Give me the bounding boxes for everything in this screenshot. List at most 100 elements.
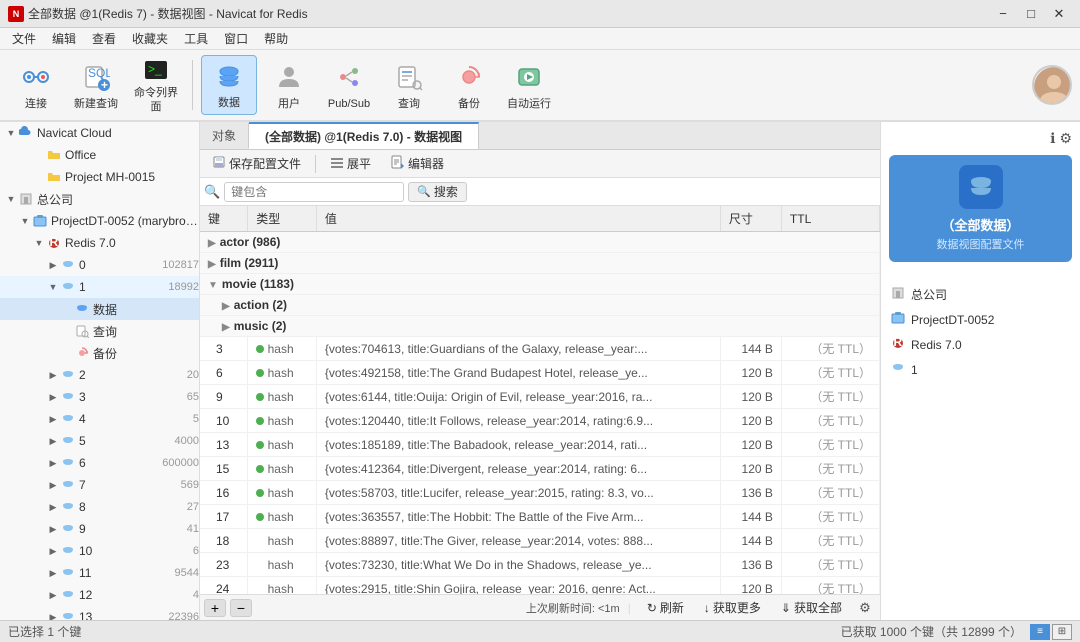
svg-text:R: R [50, 236, 59, 249]
table-row[interactable]: 6 hash {votes:492158, title:The Grand Bu… [200, 361, 880, 385]
tab-data-view[interactable]: (全部数据) @1(Redis 7.0) - 数据视图 [249, 122, 479, 149]
view-grid-button[interactable]: ⊞ [1052, 624, 1072, 640]
table-row[interactable]: 13 hash {votes:185189, title:The Babadoo… [200, 433, 880, 457]
toolbar: 连接 SQL + 新建查询 >_ 命令列界面 [0, 50, 1080, 122]
toolbar-data[interactable]: 数据 [201, 55, 257, 115]
rp-project[interactable]: ProjectDT-0052 [889, 307, 1072, 332]
sidebar-item-db12[interactable]: ▶ 12 4 [0, 584, 199, 606]
sidebar-item-db6[interactable]: ▶ 6 600000 [0, 452, 199, 474]
sidebar-item-backup-db[interactable]: 备份 [0, 342, 199, 364]
close-button[interactable]: ✕ [1046, 4, 1072, 24]
sidebar-item-office[interactable]: Office [0, 144, 199, 166]
remove-row-button[interactable]: − [230, 599, 252, 617]
sidebar-item-query-db[interactable]: 查询 [0, 320, 199, 342]
settings-button[interactable]: ⚙ [1059, 130, 1072, 147]
sidebar-item-redis70[interactable]: ▼ R Redis 7.0 [0, 232, 199, 254]
cell-ttl: （无 TTL） [781, 529, 879, 553]
menu-file[interactable]: 文件 [4, 28, 44, 49]
backup-db-label: 备份 [93, 345, 199, 362]
content-area: 对象 (全部数据) @1(Redis 7.0) - 数据视图 保存配置文件 展平 [200, 122, 880, 620]
sidebar-item-db1[interactable]: ▼ 1 18992 [0, 276, 199, 298]
table-row[interactable]: 18 hash {votes:88897, title:The Giver, r… [200, 529, 880, 553]
fetch-more-button[interactable]: ↓ 获取更多 [696, 597, 769, 618]
toolbar-query[interactable]: 查询 [381, 55, 437, 115]
sidebar-item-db5[interactable]: ▶ 5 4000 [0, 430, 199, 452]
status-dot [256, 513, 264, 521]
table-row[interactable]: 3 hash {votes:704613, title:Guardians of… [200, 337, 880, 361]
toolbar-user[interactable]: 用户 [261, 55, 317, 115]
save-config-button[interactable]: 保存配置文件 [204, 153, 309, 174]
expand-arrow: ▼ [32, 238, 46, 248]
table-row[interactable]: 15 hash {votes:412364, title:Divergent, … [200, 457, 880, 481]
expand-arrow: ▼ [46, 282, 60, 292]
svg-text:+: + [101, 78, 108, 91]
sidebar-item-db7[interactable]: ▶ 7 569 [0, 474, 199, 496]
search-button[interactable]: 🔍 搜索 [408, 182, 467, 202]
sidebar-item-db9[interactable]: ▶ 9 41 [0, 518, 199, 540]
minimize-button[interactable]: − [990, 4, 1016, 24]
table-row[interactable]: 24 hash {votes:2915, title:Shin Gojira, … [200, 577, 880, 595]
sidebar-item-db11[interactable]: ▶ 11 9544 [0, 562, 199, 584]
maximize-button[interactable]: □ [1018, 4, 1044, 24]
toolbar-backup[interactable]: 备份 [441, 55, 497, 115]
table-row[interactable]: 17 hash {votes:363557, title:The Hobbit:… [200, 505, 880, 529]
sidebar-item-projectdt[interactable]: ▼ ProjectDT-0052 (marybrown@g [0, 210, 199, 232]
office-label: Office [65, 148, 199, 162]
menu-view[interactable]: 查看 [84, 28, 124, 49]
info-button[interactable]: ℹ [1050, 130, 1055, 147]
autorun-icon [511, 59, 547, 95]
table-row-film[interactable]: ▶film (2911) [200, 253, 880, 274]
rp-redis[interactable]: R Redis 7.0 [889, 332, 1072, 357]
editor-button[interactable]: 编辑器 [383, 153, 452, 174]
search-btn-label: 搜索 [434, 183, 458, 200]
view-list-button[interactable]: ≡ [1030, 624, 1050, 640]
save-config-icon [212, 155, 226, 172]
sidebar-item-project-mh[interactable]: Project MH-0015 [0, 166, 199, 188]
toolbar-new-query[interactable]: SQL + 新建查询 [68, 55, 124, 115]
table-row[interactable]: 16 hash {votes:58703, title:Lucifer, rel… [200, 481, 880, 505]
sidebar-item-db0[interactable]: ▶ 0 102817 [0, 254, 199, 276]
rp-db[interactable]: 1 [889, 357, 1072, 382]
cell-ttl: （无 TTL） [781, 409, 879, 433]
toolbar-connect[interactable]: 连接 [8, 55, 64, 115]
layout-button[interactable]: 展平 [322, 153, 379, 174]
menu-window[interactable]: 窗口 [216, 28, 256, 49]
sidebar-item-db3[interactable]: ▶ 3 65 [0, 386, 199, 408]
user-avatar[interactable] [1032, 65, 1072, 105]
expand-arrow: ▶ [46, 502, 60, 513]
cell-key: 3 [200, 337, 248, 361]
sidebar-item-navicat-cloud[interactable]: ▼ Navicat Cloud [0, 122, 199, 144]
sidebar-item-db13[interactable]: ▶ 13 22396 [0, 606, 199, 620]
toolbar-pubsub[interactable]: Pub/Sub [321, 55, 377, 115]
sidebar-item-db4[interactable]: ▶ 4 5 [0, 408, 199, 430]
search-input[interactable] [224, 182, 404, 202]
table-row-movie[interactable]: ▼movie (1183) [200, 274, 880, 295]
cell-type: hash [248, 529, 317, 553]
company-label: 总公司 [37, 191, 199, 208]
menu-favorites[interactable]: 收藏夹 [124, 28, 176, 49]
add-row-button[interactable]: + [204, 599, 226, 617]
tab-object[interactable]: 对象 [200, 123, 249, 148]
table-row[interactable]: 10 hash {votes:120440, title:It Follows,… [200, 409, 880, 433]
table-row[interactable]: 23 hash {votes:73230, title:What We Do i… [200, 553, 880, 577]
toolbar-autorun[interactable]: 自动运行 [501, 55, 557, 115]
fetch-all-button[interactable]: ⇓ 获取全部 [773, 597, 850, 618]
expand-arrow: ▶ [46, 370, 60, 381]
rp-company[interactable]: 总公司 [889, 282, 1072, 307]
table-row-action[interactable]: ▶action (2) [200, 295, 880, 316]
table-row-music[interactable]: ▶music (2) [200, 316, 880, 337]
table-settings-button[interactable]: ⚙ [854, 599, 876, 617]
toolbar-terminal[interactable]: >_ 命令列界面 [128, 55, 184, 115]
sidebar-item-company[interactable]: ▼ 总公司 [0, 188, 199, 210]
refresh-button[interactable]: ↻ 刷新 [639, 597, 692, 618]
sidebar-item-data[interactable]: 数据 [0, 298, 199, 320]
table-row-actor[interactable]: ▶actor (986) [200, 232, 880, 253]
menu-edit[interactable]: 编辑 [44, 28, 84, 49]
sidebar-item-db2[interactable]: ▶ 2 20 [0, 364, 199, 386]
menu-tools[interactable]: 工具 [176, 28, 216, 49]
terminal-icon: >_ [138, 56, 174, 84]
table-row[interactable]: 9 hash {votes:6144, title:Ouija: Origin … [200, 385, 880, 409]
sidebar-item-db8[interactable]: ▶ 8 27 [0, 496, 199, 518]
menu-help[interactable]: 帮助 [256, 28, 296, 49]
sidebar-item-db10[interactable]: ▶ 10 6 [0, 540, 199, 562]
